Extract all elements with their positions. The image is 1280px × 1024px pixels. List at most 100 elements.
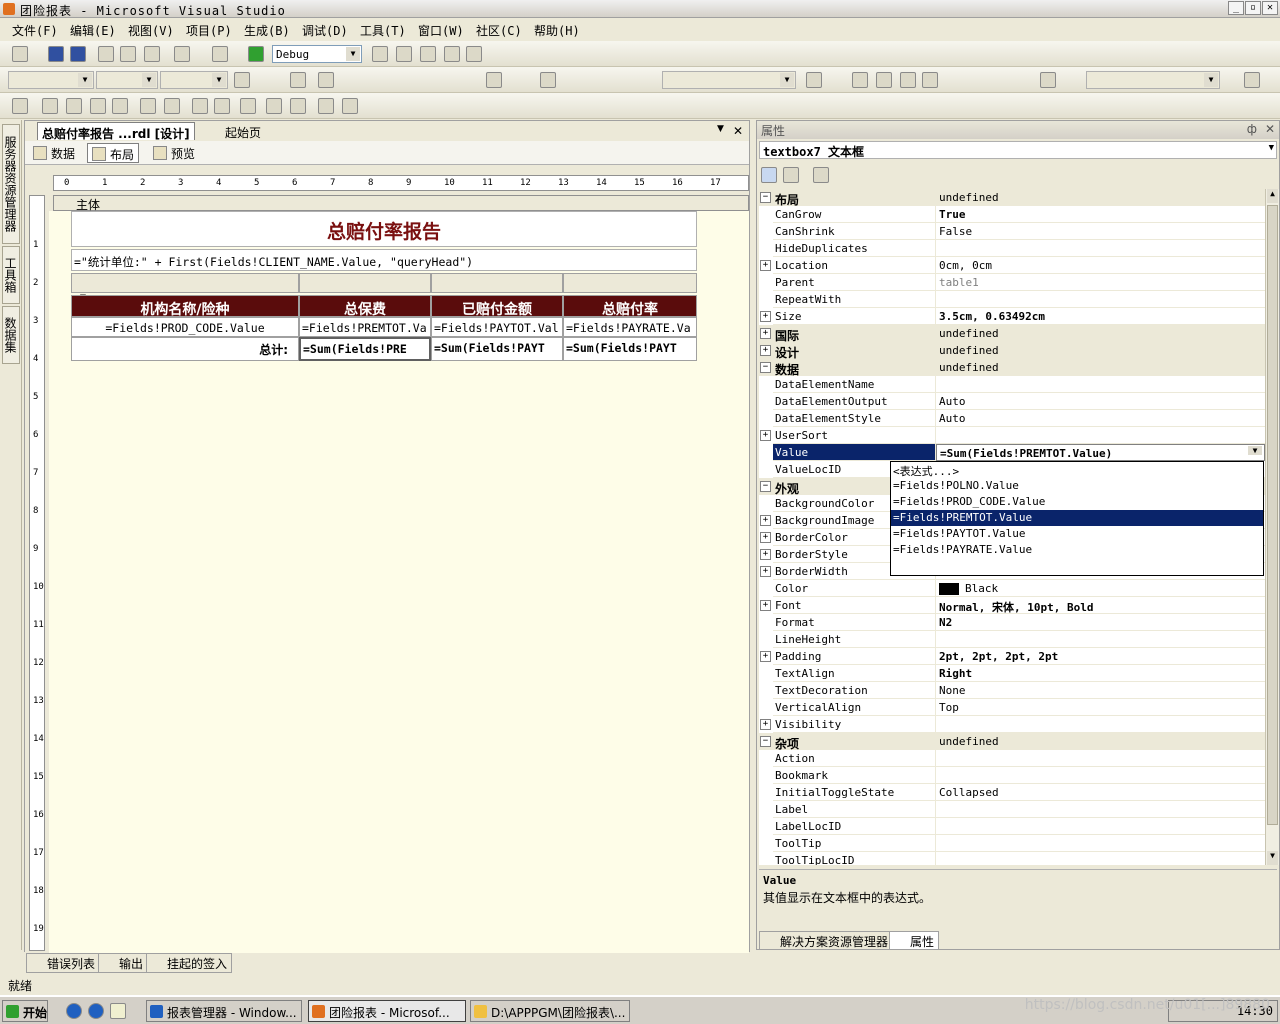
font-name-select[interactable]: ▼	[96, 71, 158, 89]
property-value[interactable]: N2	[936, 614, 1265, 631]
close-window-button[interactable]: ✕	[1262, 1, 1278, 15]
property-value[interactable]: Right	[936, 665, 1265, 682]
expand-icon[interactable]: +	[760, 651, 771, 662]
table-col-handle[interactable]	[299, 273, 431, 293]
close-icon[interactable]: ✕	[1265, 122, 1275, 136]
format-icon[interactable]	[290, 72, 306, 88]
cut-icon[interactable]	[98, 46, 114, 62]
property-value[interactable]	[936, 852, 1265, 865]
options-icon[interactable]	[1244, 72, 1260, 88]
alphabetical-icon[interactable]	[783, 167, 799, 183]
expand-icon[interactable]: +	[760, 311, 771, 322]
same-height-icon[interactable]	[214, 98, 230, 114]
footer-cell-total-label[interactable]: 总计:	[71, 337, 299, 361]
footer-cell-sum-payrate[interactable]: =Sum(Fields!PAYT	[563, 337, 697, 361]
grid-icon[interactable]	[852, 72, 868, 88]
menu-file[interactable]: 文件(F)	[12, 22, 58, 39]
header-cell-premium[interactable]: 总保费	[299, 295, 431, 317]
property-value[interactable]: Black	[936, 580, 1265, 597]
detail-cell-payrate[interactable]: =Fields!PAYRATE.Va	[563, 317, 697, 337]
menu-edit[interactable]: 编辑(E)	[70, 22, 116, 39]
save-all-icon[interactable]	[70, 46, 86, 62]
property-category[interactable]: + 设计 undefined	[759, 342, 1265, 360]
property-row[interactable]: Value =Sum(Fields!PREMTOT.Value) ▼	[759, 444, 1265, 461]
align-rights-icon[interactable]	[66, 98, 82, 114]
expand-icon[interactable]: +	[760, 532, 771, 543]
font-size-select[interactable]: ▼	[160, 71, 228, 89]
detail-cell-prod-code[interactable]: =Fields!PROD_CODE.Value	[71, 317, 299, 337]
property-row[interactable]: DataElementOutput Auto	[759, 393, 1265, 410]
title-textbox[interactable]: 总赔付率报告	[71, 211, 697, 247]
property-row[interactable]: RepeatWith	[759, 291, 1265, 308]
toolbox-tab[interactable]: 工具箱	[2, 246, 20, 304]
tab-pending-checkins[interactable]: 挂起的签入	[146, 953, 233, 973]
ie-icon[interactable]	[66, 1003, 82, 1019]
undo-icon[interactable]	[174, 46, 190, 62]
sql-icon[interactable]	[900, 72, 916, 88]
object-selector[interactable]: textbox7 文本框 ▼	[759, 141, 1277, 159]
body-section-header[interactable]: 主体	[53, 195, 749, 212]
tab-layout[interactable]: 布局	[87, 143, 140, 163]
dropdown-option[interactable]: =Fields!PAYRATE.Value	[891, 542, 1263, 558]
property-value[interactable]: 0cm, 0cm	[936, 257, 1265, 274]
report-icon[interactable]	[1040, 72, 1056, 88]
property-value[interactable]	[936, 240, 1265, 257]
property-pages-icon[interactable]	[813, 167, 829, 183]
property-value[interactable]: False	[936, 223, 1265, 240]
property-row[interactable]: + UserSort	[759, 427, 1265, 444]
header-cell-rate[interactable]: 总赔付率	[563, 295, 697, 317]
expand-icon[interactable]: +	[760, 345, 771, 356]
border-icon[interactable]	[234, 72, 250, 88]
detail-cell-paytot[interactable]: =Fields!PAYTOT.Val	[431, 317, 563, 337]
property-value[interactable]	[936, 835, 1265, 852]
property-row[interactable]: Action	[759, 750, 1265, 767]
ie-icon-2[interactable]	[88, 1003, 104, 1019]
menu-project[interactable]: 项目(P)	[186, 22, 232, 39]
property-row[interactable]: Format N2	[759, 614, 1265, 631]
doc-dropdown-icon[interactable]: ▼	[713, 122, 728, 140]
property-value[interactable]: Auto	[936, 393, 1265, 410]
bring-front-icon[interactable]	[318, 98, 334, 114]
table-col-handle[interactable]	[431, 273, 563, 293]
property-value[interactable]: Auto	[936, 410, 1265, 427]
paste-icon[interactable]	[144, 46, 160, 62]
collapse-icon[interactable]: −	[760, 192, 771, 203]
header-cell-org[interactable]: 机构名称/险种	[71, 295, 299, 317]
property-value[interactable]: 2pt, 2pt, 2pt, 2pt	[936, 648, 1265, 665]
tab-report-design[interactable]: 总赔付率报告 ...rdl [设计]	[37, 122, 195, 141]
property-row[interactable]: VerticalAlign Top	[759, 699, 1265, 716]
expand-icon[interactable]: +	[760, 328, 771, 339]
collapse-icon[interactable]: −	[760, 736, 771, 747]
pin-icon[interactable]: ф	[1247, 122, 1257, 136]
style-select[interactable]: ▼	[8, 71, 94, 89]
tab-solution-explorer[interactable]: 解决方案资源管理器	[759, 931, 894, 950]
property-value[interactable]	[936, 750, 1265, 767]
property-row[interactable]: ToolTipLocID	[759, 852, 1265, 865]
align-bottoms-icon[interactable]	[112, 98, 128, 114]
property-value[interactable]	[936, 801, 1265, 818]
center-vert-icon[interactable]	[164, 98, 180, 114]
start-debug-icon[interactable]	[248, 46, 264, 62]
taskbar-item-vs[interactable]: 团险报表 - Microsof...	[308, 1000, 466, 1022]
categorized-icon[interactable]	[761, 167, 777, 183]
vert-spacing-icon[interactable]	[290, 98, 306, 114]
expand-icon[interactable]: +	[760, 260, 771, 271]
save-icon[interactable]	[48, 46, 64, 62]
table-icon[interactable]	[876, 72, 892, 88]
property-row[interactable]: Bookmark	[759, 767, 1265, 784]
property-value[interactable]: undefined	[936, 189, 1265, 206]
property-value[interactable]: 3.5cm, 0.63492cm	[936, 308, 1265, 325]
menu-window[interactable]: 窗口(W)	[418, 22, 464, 39]
taskbar-item-folder[interactable]: D:\APPPGM\团险报表\...	[470, 1000, 630, 1022]
tab-output[interactable]: 输出	[98, 953, 149, 973]
property-row[interactable]: + Visibility	[759, 716, 1265, 733]
same-width-icon[interactable]	[192, 98, 208, 114]
notepad-icon[interactable]	[110, 1003, 126, 1019]
property-category[interactable]: − 数据 undefined	[759, 359, 1265, 377]
property-row[interactable]: DataElementStyle Auto	[759, 410, 1265, 427]
property-value[interactable]	[936, 291, 1265, 308]
property-value[interactable]: table1	[936, 274, 1265, 291]
property-category[interactable]: + 国际 undefined	[759, 325, 1265, 343]
expand-icon[interactable]: +	[760, 515, 771, 526]
server-explorer-tab[interactable]: 服务器资源管理器	[2, 124, 20, 244]
